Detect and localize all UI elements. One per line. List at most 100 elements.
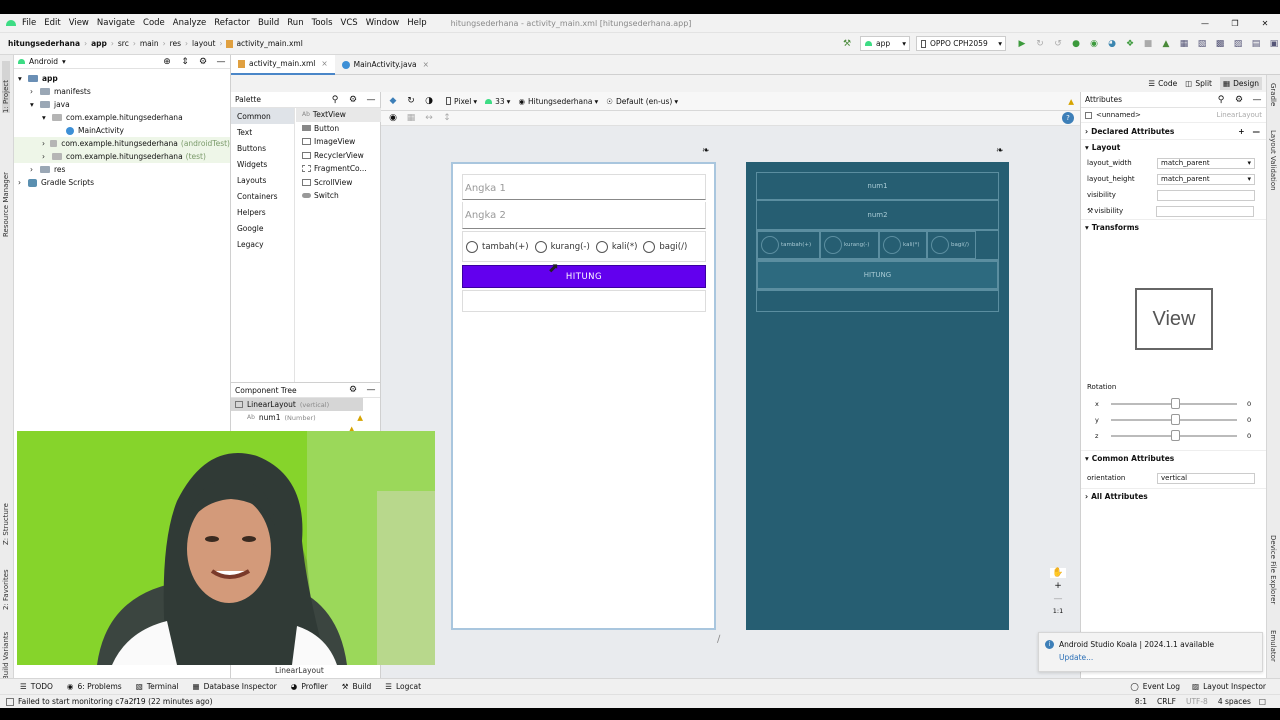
- breadcrumb-project[interactable]: hitungsederhana: [8, 39, 80, 48]
- gear-icon[interactable]: ⚙: [197, 56, 209, 68]
- palette-category-legacy[interactable]: Legacy: [231, 236, 294, 252]
- tree-item[interactable]: ▾ java: [14, 98, 230, 111]
- caret-position[interactable]: 8:1: [1135, 697, 1147, 706]
- sdk-manager-icon[interactable]: ▩: [1214, 38, 1226, 50]
- horizontal-resize-icon[interactable]: ↔: [423, 112, 435, 124]
- blueprint-radio[interactable]: tambah(+): [757, 231, 820, 259]
- gear-icon[interactable]: ⚙: [347, 384, 359, 396]
- menu-run[interactable]: Run: [287, 18, 303, 28]
- palette-category-google[interactable]: Google: [231, 220, 294, 236]
- eye-icon[interactable]: ◉: [387, 112, 399, 124]
- locale-select[interactable]: ☉ Default (en-us) ▾: [606, 97, 678, 106]
- result-textview[interactable]: [462, 290, 706, 312]
- lock-icon[interactable]: □: [1259, 697, 1266, 706]
- project-view-select[interactable]: Android: [29, 57, 58, 66]
- radio-kurang[interactable]: kurang(-): [534, 240, 590, 253]
- breadcrumb-layout[interactable]: layout: [192, 39, 215, 48]
- component-tree-item[interactable]: Ab num1 (Number) ▲: [231, 411, 363, 424]
- palette-category-widgets[interactable]: Widgets: [231, 156, 294, 172]
- radio-kali[interactable]: kali(*): [595, 240, 637, 253]
- radio-bagi[interactable]: bagi(/): [643, 240, 687, 253]
- breadcrumb-file[interactable]: activity_main.xml: [236, 39, 302, 48]
- night-mode-icon[interactable]: ◑: [423, 95, 435, 107]
- layout-validation-tool-tab[interactable]: Layout Validation: [1269, 130, 1277, 220]
- angka2-input[interactable]: Angka 2: [462, 202, 706, 229]
- indent-setting[interactable]: 4 spaces: [1218, 697, 1251, 706]
- component-tree-root[interactable]: LinearLayout (vertical): [231, 398, 363, 411]
- device-select[interactable]: Pixel ▾: [446, 97, 477, 106]
- tree-item[interactable]: ▾ app: [14, 72, 230, 85]
- menu-edit[interactable]: Edit: [44, 18, 60, 28]
- project-structure-icon[interactable]: ▦: [1178, 38, 1190, 50]
- angka1-input[interactable]: Angka 1: [462, 174, 706, 200]
- blueprint-radio[interactable]: kurang(-): [820, 231, 879, 259]
- profiler-tool-button[interactable]: ◕ Profiler: [291, 682, 328, 691]
- design-mode-button[interactable]: ▦ Design: [1220, 77, 1262, 90]
- gear-icon[interactable]: ⚙: [1233, 94, 1245, 106]
- device-select[interactable]: OPPO CPH2059 ▾: [916, 36, 1006, 51]
- hitung-button[interactable]: HITUNG: [462, 265, 706, 288]
- layout-width-select[interactable]: match_parent ▾: [1157, 157, 1255, 169]
- breadcrumb-app[interactable]: app: [91, 39, 107, 48]
- tree-item[interactable]: › res: [14, 163, 230, 176]
- common-attributes-header[interactable]: ▾ Common Attributes: [1081, 450, 1267, 466]
- theme-select[interactable]: ◉ Hitungsederhana ▾: [518, 97, 598, 106]
- search-icon[interactable]: ⚲: [329, 94, 341, 106]
- hide-icon[interactable]: —: [365, 384, 377, 396]
- breadcrumb-main[interactable]: main: [140, 39, 159, 48]
- blueprint-radio-group[interactable]: tambah(+) kurang(-) kali(*) bagi(/): [756, 230, 999, 260]
- chevron-down-icon[interactable]: ▾: [62, 57, 66, 66]
- menu-view[interactable]: View: [69, 18, 89, 28]
- hammer-icon[interactable]: ⚒: [841, 38, 853, 50]
- tree-item[interactable]: › manifests: [14, 85, 230, 98]
- todo-tool-button[interactable]: ☰ TODO: [20, 682, 53, 691]
- blueprint-result[interactable]: [756, 290, 999, 312]
- search-icon[interactable]: ⚲: [1215, 94, 1227, 106]
- blueprint-hitung[interactable]: HITUNG: [756, 260, 999, 290]
- sync-gradle-icon[interactable]: ▲: [1160, 38, 1172, 50]
- menu-analyze[interactable]: Analyze: [173, 18, 207, 28]
- slider-thumb[interactable]: [1171, 398, 1180, 409]
- split-mode-button[interactable]: ◫ Split: [1185, 79, 1212, 88]
- api-select[interactable]: 33 ▾: [485, 97, 510, 106]
- maximize-icon[interactable]: ❐: [1220, 19, 1250, 28]
- tree-item[interactable]: ▾ com.example.hitungsederhana: [14, 111, 230, 124]
- zoom-in-icon[interactable]: +: [1054, 581, 1062, 591]
- device-file-explorer-tool-tab[interactable]: Device File Explorer: [1269, 535, 1277, 625]
- menu-refactor[interactable]: Refactor: [214, 18, 250, 28]
- stop-icon[interactable]: ■: [1142, 38, 1154, 50]
- warning-icon[interactable]: ▲: [1068, 97, 1074, 106]
- menu-build[interactable]: Build: [258, 18, 279, 28]
- attach-debugger-icon[interactable]: ❖: [1124, 38, 1136, 50]
- blueprint-preview[interactable]: num1 num2 tambah(+) kurang(-) kali(*) ba…: [746, 162, 1009, 630]
- menu-file[interactable]: File: [22, 18, 36, 28]
- tree-item[interactable]: › com.example.hitungsederhana (androidTest…: [14, 137, 230, 150]
- database-inspector-tool-button[interactable]: ▦ Database Inspector: [193, 682, 277, 691]
- visibility-select[interactable]: [1157, 189, 1255, 201]
- hide-icon[interactable]: —: [1251, 94, 1263, 106]
- palette-category-buttons[interactable]: Buttons: [231, 140, 294, 156]
- orientation-icon[interactable]: ↻: [405, 95, 417, 107]
- layout-inspector-icon[interactable]: ▨: [1232, 38, 1244, 50]
- tab-activity-main[interactable]: activity_main.xml ×: [231, 54, 335, 75]
- blueprint-radio[interactable]: kali(*): [879, 231, 927, 259]
- palette-category-helpers[interactable]: Helpers: [231, 204, 294, 220]
- design-preview[interactable]: Angka 1 Angka 2 tambah(+) kurang(-) kali…: [451, 162, 716, 630]
- zoom-actual-size[interactable]: 1:1: [1053, 607, 1063, 615]
- breadcrumb-src[interactable]: src: [118, 39, 129, 48]
- file-encoding[interactable]: UTF-8: [1186, 697, 1208, 706]
- palette-item[interactable]: Ab TextView: [296, 108, 381, 122]
- resize-handle-icon[interactable]: ∕: [717, 634, 720, 645]
- zoom-out-icon[interactable]: —: [1054, 594, 1063, 604]
- palette-category-containers[interactable]: Containers: [231, 188, 294, 204]
- rotation-x-slider[interactable]: [1111, 398, 1237, 409]
- debug-icon[interactable]: ●: [1070, 38, 1082, 50]
- minimize-icon[interactable]: —: [1190, 19, 1220, 28]
- orientation-input[interactable]: vertical: [1157, 472, 1255, 484]
- close-icon[interactable]: ✕: [1250, 19, 1280, 28]
- collapse-all-icon[interactable]: ⇕: [179, 56, 191, 68]
- blueprint-toggle-icon[interactable]: ▦: [405, 112, 417, 124]
- close-icon[interactable]: ×: [423, 60, 429, 69]
- tree-item[interactable]: MainActivity: [14, 124, 230, 137]
- avd-manager-icon[interactable]: ▧: [1196, 38, 1208, 50]
